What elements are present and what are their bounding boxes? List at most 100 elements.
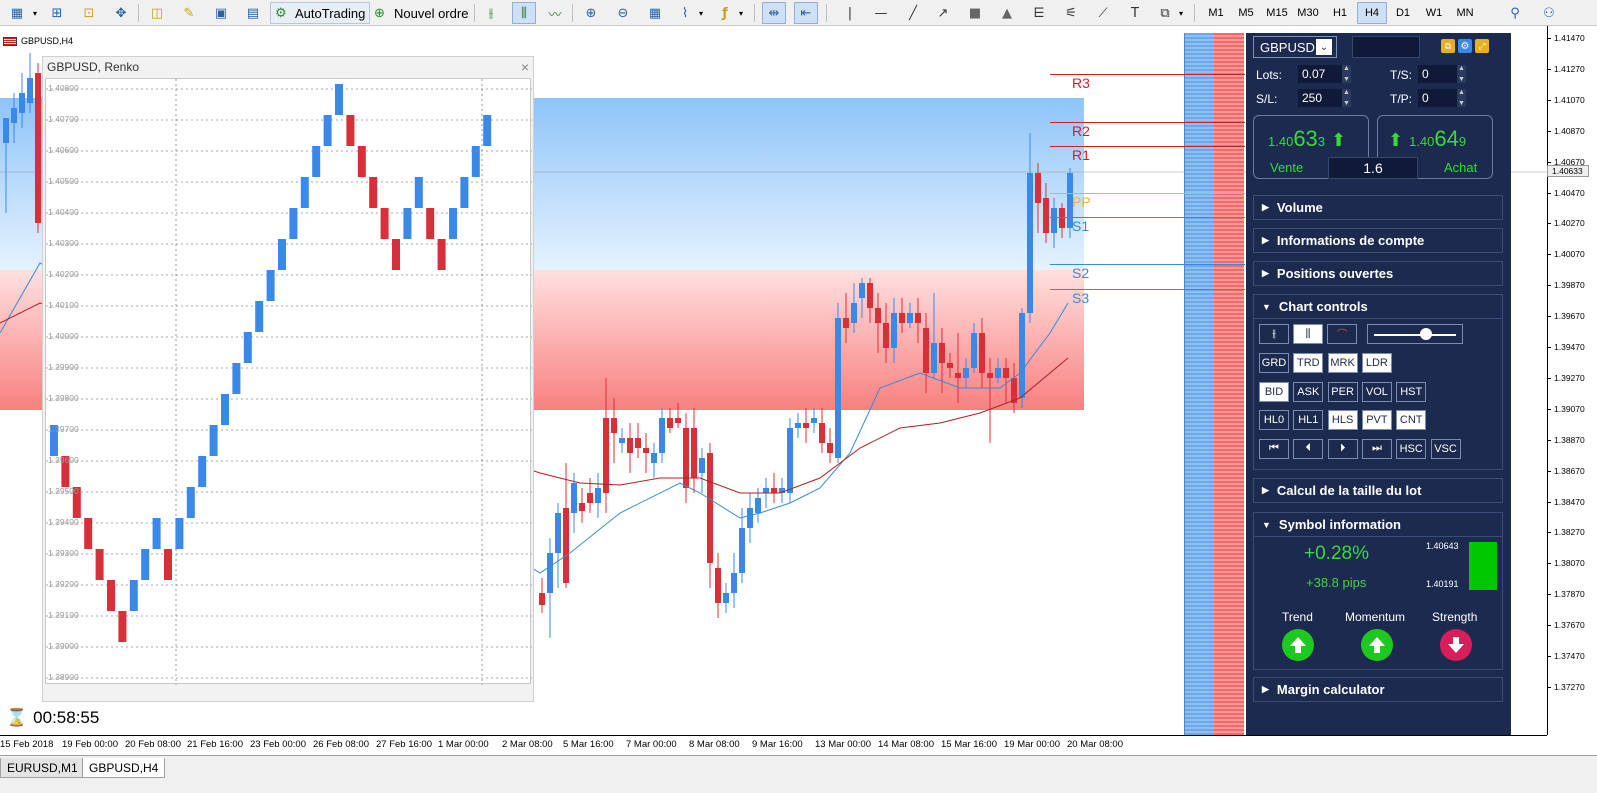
ctrl-cnt-button[interactable]: CNT [1396,410,1427,430]
ts-stepper[interactable]: ▲ ▼ [1457,65,1466,83]
ctrl-ldr-button[interactable]: LDR [1361,353,1392,373]
timeframe-m1[interactable]: M1 [1201,2,1231,24]
fibonacci-tool-icon[interactable]: ⋿ [1028,2,1050,24]
bar-mode-icon[interactable]: ⫲ [1259,324,1289,344]
section-open-positions[interactable]: ▶ Positions ouvertes [1253,261,1503,286]
section-lot-calculator[interactable]: ▶ Calcul de la taille du lot [1253,478,1503,503]
last-page-icon[interactable]: ⏭ [1361,438,1392,459]
ctrl-hls-button[interactable]: HLS [1327,410,1358,430]
new-order-button[interactable]: ⊕ Nouvel ordre [370,2,472,24]
ctrl-per-button[interactable]: PER [1327,381,1358,402]
chevron-down-icon[interactable]: ▾ [1176,2,1186,24]
trendline-icon[interactable]: ╱ [902,2,924,24]
line-chart-icon[interactable]: 〰 [544,2,566,24]
ctrl-hsc-button[interactable]: HSC [1396,438,1427,459]
navigator-icon[interactable]: ◫ [146,2,168,24]
function-icon[interactable]: ƒ [714,2,736,24]
chevron-down-icon[interactable]: ▾ [736,2,746,24]
bar-chart-icon[interactable]: ⫲ [480,2,502,24]
zoom-slider[interactable] [1367,324,1463,344]
tile-windows-icon[interactable]: ▦ [644,2,666,24]
ctrl-bid-button[interactable]: BID [1259,381,1289,402]
ctrl-vol-button[interactable]: VOL [1361,381,1392,402]
strength-down-icon [1440,629,1472,661]
vertical-line-icon[interactable]: | [840,2,860,24]
ctrl-hst-button[interactable]: HST [1396,381,1427,402]
ts-input[interactable]: 0 [1418,65,1462,83]
gear-icon[interactable]: ⚙ [1458,39,1472,53]
zoom-out-icon[interactable]: ⊖ [612,2,634,24]
section-account-info[interactable]: ▶ Informations de compte [1253,228,1503,253]
chart-shift-icon[interactable]: ⇤ [794,2,818,24]
sl-input[interactable]: 250 [1298,89,1342,107]
ctrl-vsc-button[interactable]: VSC [1430,438,1461,459]
first-page-icon[interactable]: ⏮ [1259,438,1289,459]
section-volume[interactable]: ▶ Volume [1253,195,1503,220]
symbol-search-field[interactable] [1352,36,1420,58]
indicators-icon[interactable]: ⌇ [674,2,696,24]
close-icon[interactable]: × [521,59,529,75]
tp-input[interactable]: 0 [1418,89,1462,107]
price-axis[interactable]: 1.41470 1.41270 1.41070 1.40870 1.40670 1.404… [1547,26,1597,735]
slider-thumb[interactable] [1420,328,1432,340]
timeframe-d1[interactable]: D1 [1388,2,1418,24]
section-margin-calculator[interactable]: ▶ Margin calculator [1253,677,1503,702]
community-icon[interactable]: ⚇ [1538,2,1560,24]
tab-eurusd-m1[interactable]: EURUSD,M1 [0,758,85,778]
price-tick-label: 1.37470 [1547,651,1585,661]
autotrading-button[interactable]: ⚙ AutoTrading [270,2,371,24]
prev-page-icon[interactable]: ⏴ [1293,438,1324,459]
ctrl-hl1-button[interactable]: HL1 [1293,410,1324,430]
horizontal-line-icon[interactable]: — [870,2,892,24]
section-chart-controls[interactable]: ▼ Chart controls [1253,294,1503,319]
text-tool-icon[interactable]: T [1124,2,1146,24]
terminal-icon[interactable]: ✎ [178,2,200,24]
timeframe-m15[interactable]: M15 [1262,2,1292,24]
symbol-select[interactable]: GBPUSD ⌄ [1253,36,1337,58]
chevron-down-icon[interactable]: ▾ [30,2,40,24]
timeframe-h1[interactable]: H1 [1325,2,1355,24]
profiles-icon[interactable]: ⊞ [46,2,68,24]
renko-header[interactable]: GBPUSD, Renko × [43,57,533,77]
fibonacci-arc-icon[interactable]: ⟋ [1092,2,1114,24]
rectangle-tool-icon[interactable]: ■ [964,2,986,24]
time-axis[interactable]: 15 Feb 2018 19 Feb 00:00 20 Feb 08:00 21 Fe… [0,735,1547,755]
candle-mode-icon[interactable]: ⫼ [1293,324,1323,344]
ctrl-grd-button[interactable]: GRD [1259,353,1289,373]
next-page-icon[interactable]: ⏵ [1327,438,1358,459]
timeframe-m5[interactable]: M5 [1231,2,1261,24]
data-window-icon[interactable]: ✥ [110,2,132,24]
chevron-down-icon[interactable]: ▾ [696,2,706,24]
ctrl-mrk-button[interactable]: MRK [1327,353,1358,373]
candlestick-icon[interactable]: ⫼ [512,2,536,24]
ctrl-pvt-button[interactable]: PVT [1361,410,1392,430]
window-layout-icon[interactable]: ▤ [242,2,264,24]
fibonacci-fan-icon[interactable]: ⚟ [1060,2,1082,24]
renko-window[interactable]: GBPUSD, Renko × 1.40800 1.40700 1.40600 1.4… [42,56,534,702]
section-symbol-info[interactable]: ▼ Symbol information [1253,512,1503,537]
arrow-tool-icon[interactable]: ↗ [932,2,954,24]
timeframe-w1[interactable]: W1 [1419,2,1449,24]
line-mode-icon[interactable]: ⌒ [1327,324,1357,344]
copy-icon[interactable]: ⧉ [1441,39,1455,53]
strategy-tester-icon[interactable]: ▣ [210,2,232,24]
shapes-tool-icon[interactable]: ⧉ [1154,2,1176,24]
search-icon[interactable]: ⚲ [1504,2,1526,24]
lots-input[interactable]: 0.07 [1298,65,1342,83]
lots-stepper[interactable]: ▲ ▼ [1342,65,1351,83]
ctrl-hl0-button[interactable]: HL0 [1259,410,1289,430]
timeframe-m30[interactable]: M30 [1293,2,1323,24]
ctrl-trd-button[interactable]: TRD [1293,353,1324,373]
ctrl-ask-button[interactable]: ASK [1293,381,1324,402]
market-watch-icon[interactable]: ⊡ [78,2,100,24]
timeframe-mn[interactable]: MN [1450,2,1480,24]
triangle-tool-icon[interactable]: ▲ [996,2,1018,24]
expand-icon[interactable]: ⤢ [1475,39,1489,53]
auto-scroll-icon[interactable]: ⇹ [762,2,786,24]
zoom-in-icon[interactable]: ⊕ [580,2,602,24]
tab-gbpusd-h4[interactable]: GBPUSD,H4 [82,758,166,778]
sl-stepper[interactable]: ▲ ▼ [1342,89,1351,107]
new-chart-icon[interactable]: ▦ [4,2,30,24]
tp-stepper[interactable]: ▲ ▼ [1457,89,1466,107]
timeframe-h4[interactable]: H4 [1357,2,1387,24]
